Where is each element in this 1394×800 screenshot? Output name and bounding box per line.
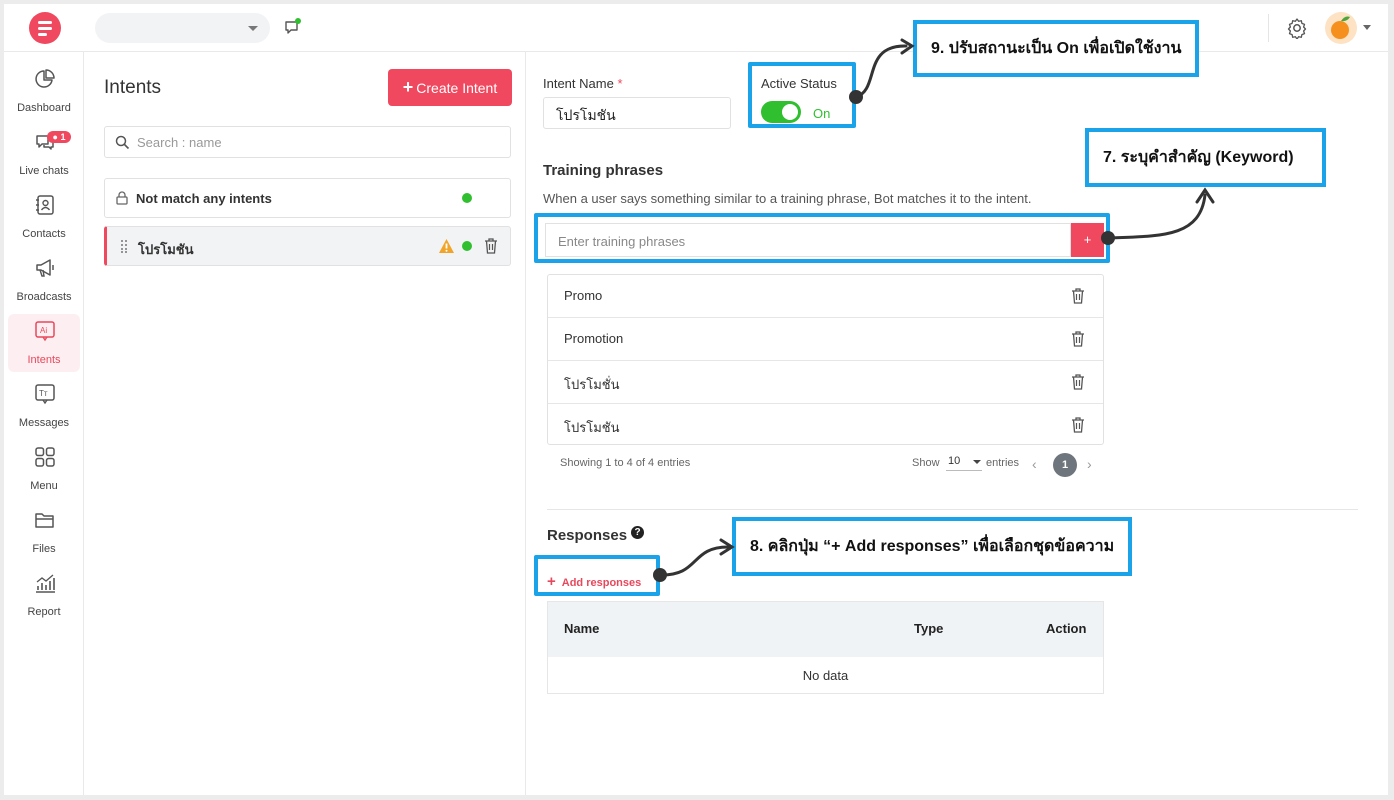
sidebar-item-label: Contacts <box>22 228 66 240</box>
responses-title: Responses <box>547 527 628 544</box>
sidebar-item-dashboard[interactable]: Dashboard <box>8 62 80 120</box>
search-icon <box>115 135 130 150</box>
sidebar-item-contacts[interactable]: Contacts <box>8 188 80 246</box>
trash-icon[interactable] <box>1071 288 1085 304</box>
phrase-text: Promo <box>564 288 603 303</box>
sidebar-item-label: Files <box>32 543 56 555</box>
previous-page-button[interactable]: ‹ <box>1032 456 1037 472</box>
chat-status-icon[interactable] <box>284 18 302 36</box>
column-header-name: Name <box>564 621 600 636</box>
sidebar-item-label: Broadcasts <box>16 291 72 303</box>
active-status-dot <box>462 193 472 203</box>
sidebar-item-label: Live chats <box>19 165 69 177</box>
text-message-icon: Tт <box>35 384 55 405</box>
intent-name-label: Intent Name * <box>543 76 623 91</box>
sidebar-item-label: Dashboard <box>17 102 71 114</box>
intent-list-item[interactable]: Not match any intents <box>104 178 511 218</box>
callout-step-9: 9. ปรับสถานะเป็น On เพื่อเปิดใช้งาน <box>913 20 1200 77</box>
panel-title: Intents <box>104 77 162 98</box>
chevron-down-icon[interactable] <box>1363 25 1371 30</box>
unread-badge: ● 1 <box>47 131 71 143</box>
page-length-select[interactable]: 10 <box>946 453 982 471</box>
phrase-row: Promo <box>548 275 1103 318</box>
trash-icon[interactable] <box>1071 374 1085 390</box>
svg-text:Tт: Tт <box>39 389 48 398</box>
phrase-text: Promotion <box>564 331 624 346</box>
contact-card-icon <box>36 195 54 215</box>
intent-name: โปรโมชัน <box>138 242 194 257</box>
divider <box>1268 14 1269 42</box>
next-page-button[interactable]: › <box>1087 456 1092 472</box>
training-hint: When a user says something similar to a … <box>543 191 1032 206</box>
callout-step-7: 7. ระบุคำสำคัญ (Keyword) <box>1085 128 1326 187</box>
entries-label: entries <box>986 457 1020 469</box>
sidebar-item-intents[interactable]: Ai Intents <box>8 314 80 372</box>
gear-icon[interactable] <box>1286 17 1308 39</box>
table-header: Name Type Action <box>548 602 1103 657</box>
sidebar-item-messages[interactable]: Tт Messages <box>8 377 80 435</box>
svg-text:Ai: Ai <box>40 326 47 335</box>
help-icon[interactable]: ? <box>631 526 644 539</box>
grid-menu-icon <box>35 447 55 467</box>
folder-icon <box>35 513 54 528</box>
plus-icon: + <box>402 77 414 97</box>
current-page-button[interactable]: 1 <box>1053 453 1077 477</box>
sidebar-item-report[interactable]: Report <box>8 566 80 624</box>
highlight-add-responses <box>534 555 660 596</box>
warning-icon <box>439 239 454 253</box>
search-box <box>104 126 511 158</box>
phrase-row: โปรโมชั่น <box>548 361 1103 404</box>
sidebar-item-menu[interactable]: Menu <box>8 440 80 498</box>
active-status-dot <box>462 241 472 251</box>
entries-info: Showing 1 to 4 of 4 entries <box>560 457 691 469</box>
highlight-training-input <box>534 213 1110 263</box>
phrase-text: โปรโมชัน <box>564 420 620 435</box>
trash-icon[interactable] <box>1071 417 1085 433</box>
divider <box>547 509 1358 510</box>
app-logo[interactable] <box>29 12 61 44</box>
trash-icon[interactable] <box>1071 331 1085 347</box>
create-intent-button[interactable]: + Create Intent <box>388 69 512 106</box>
avatar[interactable] <box>1325 12 1357 44</box>
sidebar: Dashboard ● 1 Live chats Contacts Broadc… <box>4 52 84 795</box>
sidebar-item-files[interactable]: Files <box>8 503 80 561</box>
phrase-row: โปรโมชัน <box>548 404 1103 447</box>
callout-step-8: 8. คลิกปุ่ม “+ Add responses” เพื่อเลือก… <box>732 517 1133 576</box>
intents-panel: Intents +Create Intent Not match any int… <box>85 52 526 795</box>
phrase-text: โปรโมชั่น <box>564 377 620 392</box>
intent-name: Not match any intents <box>136 191 272 206</box>
column-header-action: Action <box>1046 621 1087 636</box>
responses-table: Name Type Action No data <box>547 601 1104 694</box>
highlight-active-status <box>748 62 856 128</box>
sidebar-item-label: Intents <box>27 354 61 366</box>
column-header-type: Type <box>914 621 944 636</box>
intent-list-item-selected[interactable]: โปรโมชัน <box>104 226 511 266</box>
lock-icon <box>116 191 128 205</box>
chevron-down-icon <box>248 26 258 31</box>
empty-state: No data <box>802 668 849 683</box>
show-label: Show <box>912 457 940 469</box>
pie-chart-icon <box>35 69 55 88</box>
phrase-list: Promo Promotion โปรโมชั่น โปรโมชัน <box>547 274 1104 445</box>
sidebar-item-broadcasts[interactable]: Broadcasts <box>8 251 80 309</box>
drag-handle-icon[interactable] <box>120 239 128 253</box>
megaphone-icon <box>36 259 54 277</box>
phrase-row: Promotion <box>548 318 1103 361</box>
training-phrases-title: Training phrases <box>543 162 664 179</box>
sidebar-item-label: Report <box>27 606 61 618</box>
sidebar-item-label: Messages <box>18 417 70 429</box>
sidebar-item-live-chats[interactable]: ● 1 Live chats <box>8 125 80 183</box>
chevron-down-icon <box>973 460 981 464</box>
ai-icon: Ai <box>35 321 55 342</box>
create-intent-label: Create Intent <box>416 80 498 96</box>
search-input[interactable] <box>137 133 497 151</box>
trash-icon[interactable] <box>484 238 498 254</box>
bar-report-icon <box>36 574 55 593</box>
workspace-select[interactable] <box>95 13 270 43</box>
orange-fruit-icon <box>1331 16 1350 39</box>
intent-name-field[interactable]: โปรโมชัน <box>543 97 731 129</box>
app-window: Dashboard ● 1 Live chats Contacts Broadc… <box>4 4 1388 795</box>
sidebar-item-label: Menu <box>30 480 58 492</box>
